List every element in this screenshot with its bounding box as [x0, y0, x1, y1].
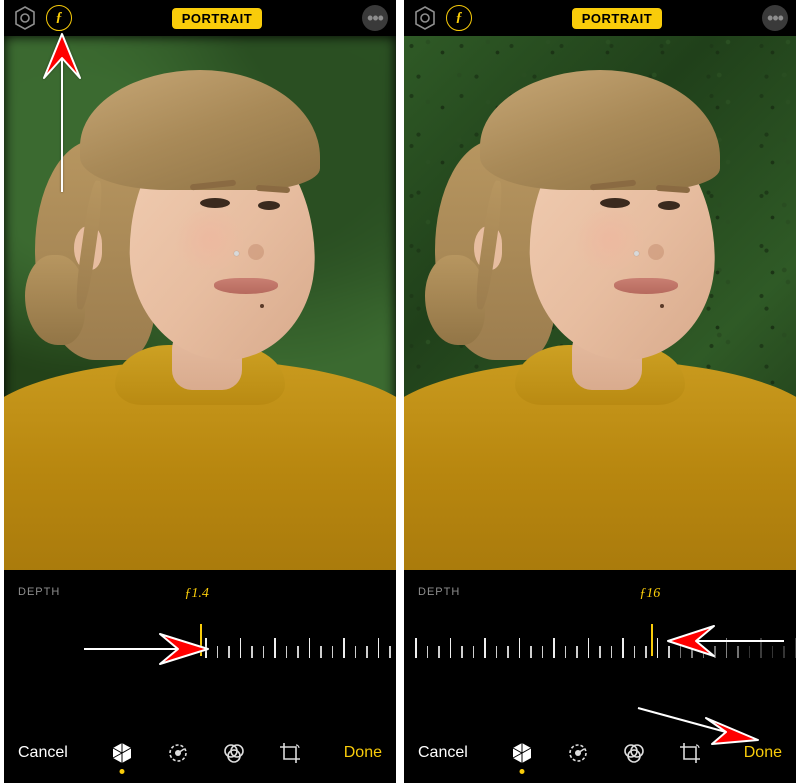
depth-panel: DEPTH ƒ1.4	[4, 576, 396, 598]
bottombar: Cancel Done	[4, 723, 396, 783]
aperture-button[interactable]: ƒ	[446, 5, 472, 31]
done-button[interactable]: Done	[344, 744, 382, 762]
f-glyph: ƒ	[456, 10, 463, 26]
portrait-tool-icon[interactable]	[109, 740, 135, 766]
annotation-arrow-to-slider-left	[82, 626, 212, 672]
phone-left: ƒ PORTRAIT ••• DEPTH ƒ1.4	[4, 0, 396, 783]
ellipsis-icon: •••	[367, 8, 383, 29]
edit-tools	[109, 740, 303, 766]
cancel-button[interactable]: Cancel	[418, 744, 468, 762]
depth-fvalue: ƒ1.4	[184, 586, 209, 602]
filters-tool-icon[interactable]	[221, 740, 247, 766]
cancel-button[interactable]: Cancel	[18, 744, 68, 762]
photo-preview[interactable]	[404, 36, 796, 570]
portrait-tool-icon[interactable]	[509, 740, 535, 766]
topbar: ƒ PORTRAIT •••	[404, 0, 796, 36]
portrait-lighting-icon[interactable]	[412, 5, 438, 31]
annotation-arrow-to-aperture	[32, 24, 92, 194]
depth-indicator	[651, 624, 653, 656]
mode-badge[interactable]: PORTRAIT	[172, 8, 262, 29]
more-button[interactable]: •••	[362, 5, 388, 31]
more-button[interactable]: •••	[762, 5, 788, 31]
depth-fvalue: ƒ16	[639, 586, 660, 602]
mode-badge[interactable]: PORTRAIT	[572, 8, 662, 29]
annotation-arrow-to-slider-right	[666, 618, 786, 664]
ellipsis-icon: •••	[767, 8, 783, 29]
adjust-tool-icon[interactable]	[165, 740, 191, 766]
photo-subject	[404, 36, 796, 570]
depth-label: DEPTH	[18, 586, 60, 598]
depth-label: DEPTH	[418, 586, 460, 598]
phone-right: ƒ PORTRAIT ••• DEPTH ƒ16	[404, 0, 796, 783]
crop-tool-icon[interactable]	[277, 740, 303, 766]
adjust-tool-icon[interactable]	[565, 740, 591, 766]
annotation-arrow-to-done	[634, 700, 764, 750]
depth-panel: DEPTH ƒ16	[404, 576, 796, 598]
